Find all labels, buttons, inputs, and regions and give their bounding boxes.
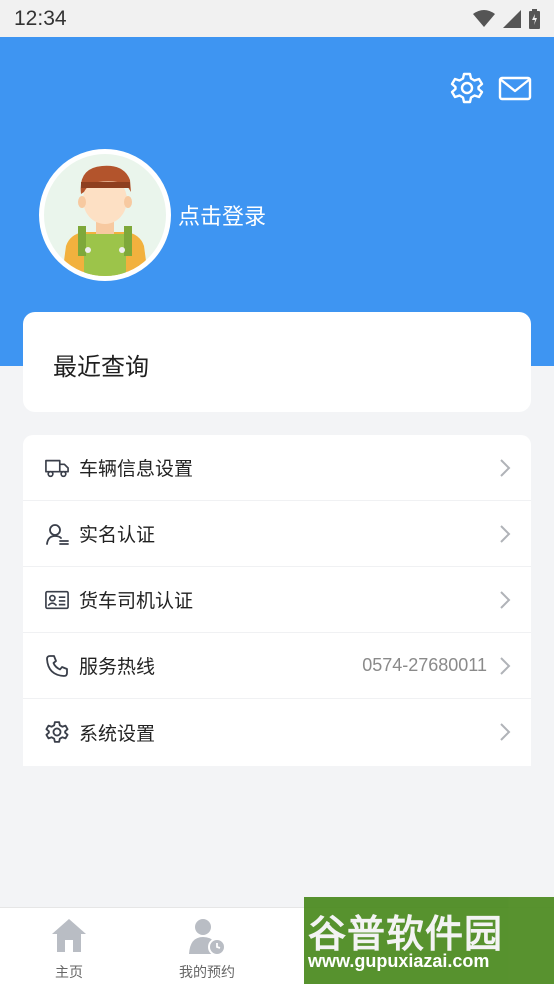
- phone-icon: [45, 654, 69, 678]
- menu-item-label: 服务热线: [79, 656, 156, 678]
- chevron-right-icon: [500, 590, 511, 609]
- gear-icon: [45, 720, 69, 744]
- settings-menu: 车辆信息设置 实名认证 货车司机认证 服务热线 0574-27680011 系统…: [23, 435, 531, 766]
- menu-item-label: 系统设置: [79, 722, 156, 745]
- chevron-right-icon: [500, 524, 511, 543]
- recent-queries-title: 最近查询: [53, 353, 149, 381]
- nav-item-appointments[interactable]: 我的预约: [138, 908, 276, 984]
- battery-icon: [529, 8, 540, 29]
- status-time: 12:34: [14, 6, 67, 30]
- avatar[interactable]: [39, 149, 171, 281]
- nav-label: 主页: [55, 965, 83, 981]
- user-verify-icon: [45, 522, 69, 546]
- nav-label: 我的预约: [179, 965, 235, 981]
- hotline-number: 0574-27680011: [362, 655, 487, 675]
- truck-icon: [45, 456, 69, 480]
- menu-item-system-settings[interactable]: 系统设置: [23, 699, 531, 765]
- watermark-text: 谷普软件园: [308, 912, 504, 956]
- watermark-logo: 谷普软件园 www.gupuxiazai.com: [304, 897, 554, 984]
- chevron-right-icon: [500, 656, 511, 675]
- menu-item-driver-cert[interactable]: 货车司机认证: [23, 567, 531, 633]
- watermark-url: www.gupuxiazai.com: [308, 951, 490, 971]
- mail-icon[interactable]: [498, 71, 532, 105]
- menu-item-label: 实名认证: [79, 524, 156, 546]
- menu-item-service-hotline[interactable]: 服务热线 0574-27680011: [23, 633, 531, 699]
- signal-icon: [503, 9, 521, 28]
- wifi-icon: [473, 9, 495, 27]
- menu-item-label: 车辆信息设置: [79, 458, 194, 480]
- recent-queries-card[interactable]: 最近查询: [23, 312, 531, 412]
- menu-item-real-name[interactable]: 实名认证: [23, 501, 531, 567]
- home-icon: [52, 919, 86, 952]
- chevron-right-icon: [500, 458, 511, 477]
- nav-item-home[interactable]: 主页: [0, 908, 138, 984]
- menu-item-label: 货车司机认证: [79, 590, 194, 612]
- status-icons: [473, 8, 540, 29]
- appointment-icon: [189, 919, 226, 956]
- worker-avatar-icon: [62, 165, 148, 276]
- login-link[interactable]: 点击登录: [178, 199, 266, 231]
- menu-item-vehicle-info[interactable]: 车辆信息设置: [23, 435, 531, 501]
- status-bar: 12:34: [0, 0, 554, 37]
- id-card-icon: [45, 588, 69, 612]
- header-actions: [450, 71, 532, 105]
- chevron-right-icon: [500, 723, 511, 741]
- settings-gear-icon[interactable]: [450, 71, 484, 105]
